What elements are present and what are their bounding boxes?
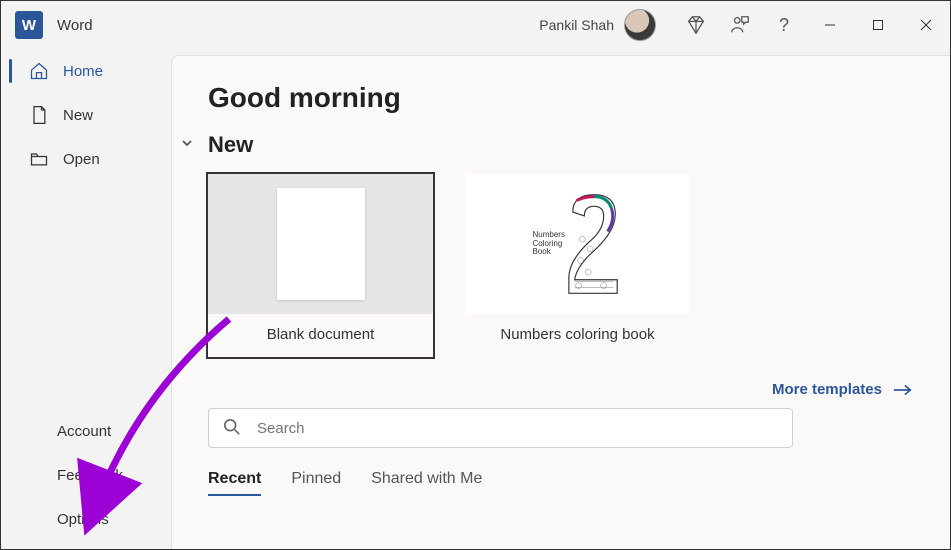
sidebar-item-new[interactable]: New [1, 93, 171, 137]
template-thumbnail: Numbers Coloring Book [465, 174, 690, 314]
sidebar-link-feedback[interactable]: Feedback [1, 453, 171, 497]
minimize-button[interactable] [806, 5, 854, 45]
sidebar-item-label: Open [63, 151, 100, 168]
chevron-down-icon [180, 136, 198, 154]
sidebar-item-open[interactable]: Open [1, 137, 171, 181]
sidebar-item-home[interactable]: Home [1, 49, 171, 93]
templates-row: Blank document Numbers Coloring Book [208, 172, 914, 359]
tab-pinned[interactable]: Pinned [291, 470, 341, 496]
template-name: Blank document [267, 326, 375, 357]
recent-tabs: Recent Pinned Shared with Me [208, 470, 914, 496]
search-box[interactable] [208, 408, 793, 448]
app-title: Word [57, 17, 93, 34]
more-templates-label: More templates [772, 381, 882, 398]
new-section-header[interactable]: New [208, 132, 914, 158]
sidebar-link-account[interactable]: Account [1, 409, 171, 453]
sidebar-bottom: Account Feedback Options [1, 409, 171, 549]
template-thumbnail [208, 174, 433, 314]
diamond-icon[interactable] [674, 3, 718, 47]
number-2-artwork [565, 190, 623, 298]
search-icon [223, 418, 243, 438]
maximize-button[interactable] [854, 5, 902, 45]
sidebar: Home New Open Account Feedback Options [1, 49, 171, 549]
main-panel: Good morning New Blank document Numbers … [171, 55, 950, 549]
active-indicator [9, 59, 12, 83]
close-button[interactable] [902, 5, 950, 45]
word-app-icon: W [15, 11, 43, 39]
template-numbers-coloring-book[interactable]: Numbers Coloring Book [465, 172, 690, 359]
document-icon [29, 105, 49, 125]
sidebar-item-label: Home [63, 63, 103, 80]
new-section-title: New [208, 132, 253, 158]
avatar[interactable] [624, 9, 656, 41]
title-bar: W Word Pankil Shah ? [1, 1, 950, 49]
blank-page-icon [277, 188, 365, 300]
more-templates-link[interactable]: More templates [772, 381, 914, 398]
feedback-person-icon[interactable] [718, 3, 762, 47]
page-title: Good morning [208, 82, 914, 114]
tab-recent[interactable]: Recent [208, 470, 261, 496]
tab-shared[interactable]: Shared with Me [371, 470, 482, 496]
template-name: Numbers coloring book [500, 326, 654, 357]
template-blank-document[interactable]: Blank document [208, 172, 433, 359]
user-name: Pankil Shah [539, 17, 614, 33]
sidebar-item-label: New [63, 107, 93, 124]
home-icon [29, 61, 49, 81]
search-input[interactable] [257, 420, 778, 437]
arrow-right-icon [892, 383, 914, 397]
sidebar-link-options[interactable]: Options [1, 497, 171, 541]
folder-icon [29, 149, 49, 169]
help-icon[interactable]: ? [762, 3, 806, 47]
thumb-caption: Numbers Coloring Book [533, 231, 561, 257]
